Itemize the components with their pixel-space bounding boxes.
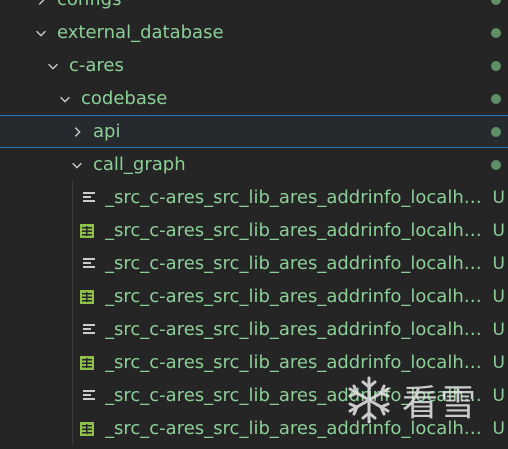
- folder-label: external_database: [57, 22, 224, 43]
- folder-label: api: [93, 121, 121, 142]
- folder-label: configs: [57, 0, 121, 10]
- watermark: 看雪: [344, 372, 500, 428]
- text-file-icon: [83, 257, 95, 268]
- indent-guide: [72, 181, 73, 214]
- watermark-text: 看雪: [402, 383, 479, 424]
- chevron-down-icon: [33, 25, 49, 41]
- chevron-down-icon: [57, 91, 73, 107]
- folder-codebase[interactable]: codebase: [0, 82, 508, 115]
- folder-external-database[interactable]: external_database: [0, 16, 508, 49]
- folder-label: call_graph: [93, 154, 186, 175]
- file-item[interactable]: _src_c-ares_src_lib_ares_addrinfo_localh…: [0, 214, 508, 247]
- text-file-icon: [83, 389, 95, 400]
- file-name: _src_c-ares_src_lib_ares_addrinfo_localh…: [105, 220, 485, 241]
- table-file-icon: [80, 355, 94, 370]
- file-item[interactable]: _src_c-ares_src_lib_ares_addrinfo_localh…: [0, 313, 508, 346]
- file-name: _src_c-ares_src_lib_ares_addrinfo_localh…: [105, 187, 485, 208]
- folder-label: c-ares: [69, 55, 124, 76]
- folder-c-ares[interactable]: c-ares: [0, 49, 508, 82]
- chevron-down-icon: [69, 157, 85, 173]
- file-item[interactable]: _src_c-ares_src_lib_ares_addrinfo_localh…: [0, 280, 508, 313]
- file-name: _src_c-ares_src_lib_ares_addrinfo_localh…: [105, 319, 485, 340]
- file-item[interactable]: _src_c-ares_src_lib_ares_addrinfo_localh…: [0, 181, 508, 214]
- folder-configs[interactable]: configs: [0, 0, 508, 16]
- file-item[interactable]: _src_c-ares_src_lib_ares_addrinfo_localh…: [0, 247, 508, 280]
- indent-guide: [72, 247, 73, 280]
- status-dot: [491, 27, 501, 38]
- chevron-right-icon: [33, 0, 49, 8]
- folder-api[interactable]: api: [0, 115, 508, 148]
- file-name: _src_c-ares_src_lib_ares_addrinfo_localh…: [105, 253, 485, 274]
- table-file-icon: [80, 289, 94, 304]
- folder-call-graph[interactable]: call_graph: [0, 148, 508, 181]
- untracked-badge: U: [492, 352, 505, 373]
- chevron-down-icon: [45, 58, 61, 74]
- status-dot: [491, 60, 501, 71]
- indent-guide: [72, 313, 73, 346]
- indent-guide: [72, 346, 73, 379]
- untracked-badge: U: [492, 286, 505, 307]
- indent-guide: [72, 412, 73, 445]
- status-dot: [491, 93, 501, 104]
- indent-guide: [72, 214, 73, 247]
- indent-guide: [72, 379, 73, 412]
- status-dot: [491, 0, 501, 5]
- folder-label: codebase: [81, 88, 168, 109]
- untracked-badge: U: [492, 220, 505, 241]
- chevron-right-icon: [69, 124, 85, 140]
- snowflake-icon: [348, 376, 390, 424]
- table-file-icon: [80, 223, 94, 238]
- untracked-badge: U: [492, 319, 505, 340]
- file-name: _src_c-ares_src_lib_ares_addrinfo_localh…: [105, 286, 485, 307]
- indent-guide: [72, 280, 73, 313]
- text-file-icon: [83, 191, 95, 202]
- text-file-icon: [83, 323, 95, 334]
- table-file-icon: [80, 421, 94, 436]
- untracked-badge: U: [492, 253, 505, 274]
- untracked-badge: U: [492, 187, 505, 208]
- status-dot: [491, 126, 501, 137]
- status-dot: [491, 159, 501, 170]
- file-name: _src_c-ares_src_lib_ares_addrinfo_localh…: [105, 352, 485, 373]
